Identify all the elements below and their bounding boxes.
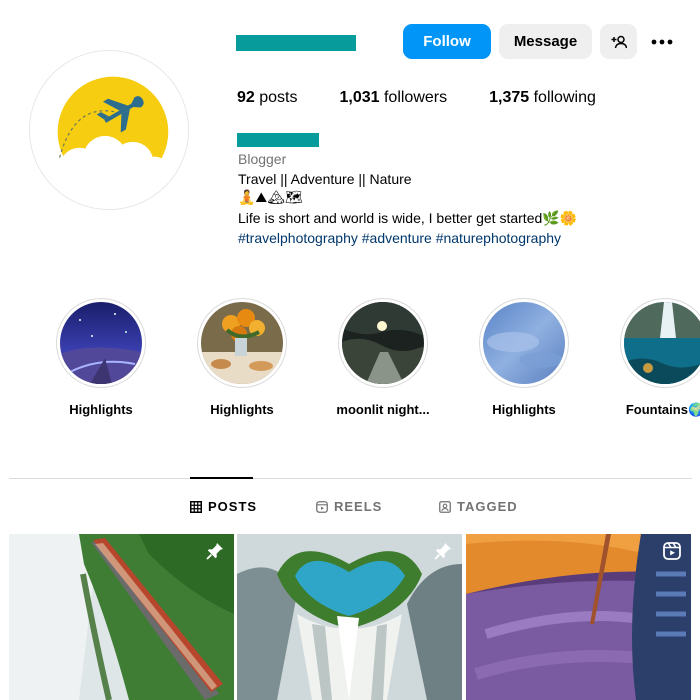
reel-icon [663,542,681,560]
tab-tagged-label: TAGGED [457,499,518,514]
username-redacted [236,35,356,51]
highlight-cover [60,302,142,384]
highlight-label: moonlit night... [336,402,430,417]
bio-hashtags[interactable]: #travelphotography #adventure #naturepho… [238,229,577,249]
following-count: 1,375 [489,89,530,106]
highlight-label: Highlights [210,402,274,417]
highlight-item[interactable]: Fountains🌍 [595,298,700,418]
highlight-label: Fountains🌍 [625,402,700,417]
tab-posts[interactable]: POSTS [190,499,257,514]
profile-bio: Blogger Travel || Adventure || Nature 🧘⛰… [238,150,577,249]
post-image [466,534,691,700]
highlight-cover [342,302,424,384]
profile-stats: 92 posts 1,031 followers 1,375 following [237,89,638,107]
highlight-ring [56,298,146,388]
post-thumbnail[interactable] [9,534,234,700]
message-button[interactable]: Message [499,24,592,59]
reels-icon [316,500,328,513]
posts-stat: 92 posts [237,89,297,107]
tagged-icon [439,500,451,513]
bio-line-3-emoji: 🌿🌼 [542,210,578,227]
profile-category: Blogger [238,151,287,167]
post-thumbnail[interactable] [237,534,462,700]
highlight-item[interactable]: Highlights [172,298,312,417]
highlight-item[interactable]: Highlights [454,298,594,417]
highlight-ring [338,298,428,388]
followers-label: followers [379,89,448,106]
follow-button[interactable]: Follow [403,24,491,59]
tab-reels[interactable]: REELS [316,499,382,514]
highlight-item[interactable]: moonlit night... [313,298,453,417]
tab-reels-label: REELS [334,499,383,514]
highlight-label: Highlights [69,402,133,417]
highlight-ring [197,298,287,388]
post-image [237,534,462,700]
grid-icon [190,500,202,513]
highlight-label: Highlights [492,402,556,417]
following-label: following [529,89,596,106]
full-name-redacted [237,133,319,147]
highlight-ring [479,298,569,388]
tab-posts-label: POSTS [208,499,258,514]
more-horizontal-icon [651,39,673,45]
add-user-icon [611,35,627,48]
post-image [9,534,234,700]
bio-line-3-text: Life is short and world is wide, I bette… [238,209,543,226]
tabs-divider [9,478,692,479]
profile-avatar[interactable] [29,50,189,210]
story-highlights: Highlights Highlights moonlit night... H… [0,298,700,428]
bio-line-3: Life is short and world is wide, I bette… [238,209,577,230]
highlight-cover [483,302,565,384]
avatar-logo-image [30,51,188,209]
pin-icon [206,543,223,560]
active-tab-indicator [190,477,253,479]
followers-stat[interactable]: 1,031 followers [339,89,447,107]
highlight-ring [620,298,700,388]
pin-icon [434,543,451,560]
posts-count: 92 [237,89,255,106]
highlight-item[interactable]: Highlights [31,298,171,417]
more-options-button[interactable] [650,30,674,54]
suggest-users-button[interactable] [600,24,637,59]
bio-emoji-line: 🧘⛰🏔🗺 [238,190,303,206]
tab-tagged[interactable]: TAGGED [439,499,518,514]
post-thumbnail[interactable] [466,534,691,700]
highlight-cover [624,302,700,384]
highlight-cover [201,302,283,384]
posts-label: posts [254,89,298,106]
following-stat[interactable]: 1,375 following [489,89,596,107]
bio-line-1: Travel || Adventure || Nature [238,170,412,187]
followers-count: 1,031 [339,89,380,106]
